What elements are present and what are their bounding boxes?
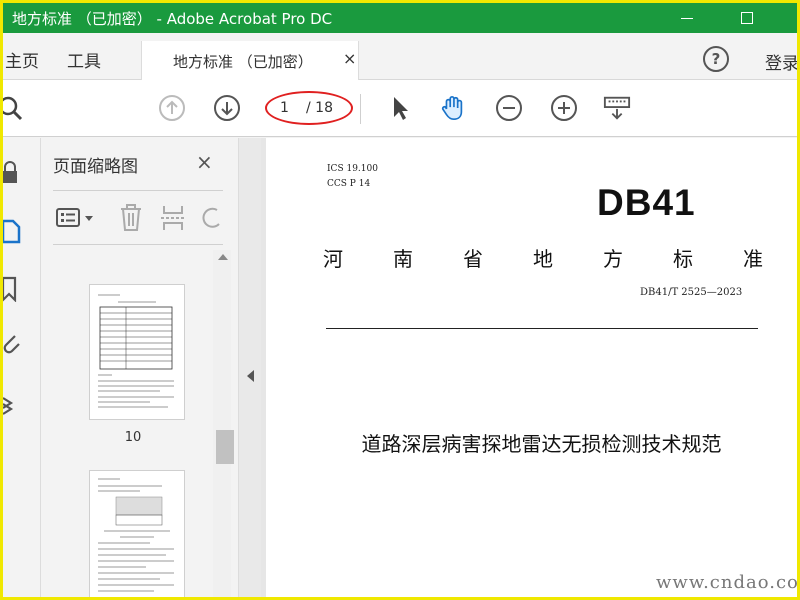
minimize-button[interactable] <box>667 3 707 33</box>
bookmark-icon[interactable] <box>3 276 23 302</box>
category-char: 南 <box>393 247 413 271</box>
category-char: 标 <box>673 247 693 271</box>
thumbnail-label: 10 <box>124 430 142 445</box>
thumbnail-scrollbar[interactable] <box>213 250 234 597</box>
left-rail <box>3 138 41 597</box>
category-char: 河 <box>323 247 343 271</box>
scroll-up-arrow[interactable] <box>218 254 228 260</box>
window-title: 地方标准 （已加密） - Adobe Acrobat Pro DC <box>12 10 333 28</box>
standard-logo: DB41 <box>597 182 696 223</box>
tab-document-label: 地方标准 （已加密） <box>173 53 313 71</box>
hand-tool-icon[interactable] <box>439 94 467 122</box>
page-down-icon[interactable] <box>213 94 241 122</box>
attachment-icon[interactable] <box>3 332 23 358</box>
zoom-in-icon[interactable] <box>550 94 578 122</box>
ics-code: ICS 19.100 <box>327 164 378 174</box>
pages-icon[interactable] <box>3 218 23 244</box>
thumbnail-preview <box>98 478 174 592</box>
thumbnail-list: 10 <box>53 250 213 597</box>
tab-document[interactable]: 地方标准 （已加密） × <box>141 41 359 81</box>
site-watermark: www.cndao.com <box>656 572 797 593</box>
category-char: 省 <box>463 247 483 271</box>
highlight-circle <box>265 91 353 125</box>
standard-category: 河 南 省 地 方 标 准 <box>323 243 763 272</box>
header-rule <box>326 328 758 329</box>
thumbnails-panel: 页面缩略图 × 10 <box>41 138 239 597</box>
standard-number: DB41/T 2525—2023 <box>640 287 743 298</box>
toolbar-divider <box>360 94 361 124</box>
tab-home[interactable]: 主页 <box>5 47 39 72</box>
toolbar: 1 / 18 <box>3 80 797 137</box>
panel-divider <box>53 190 223 191</box>
ccs-code: CCS P 14 <box>327 179 371 189</box>
category-char: 方 <box>603 247 623 271</box>
panel-tools <box>53 198 223 238</box>
search-icon[interactable] <box>3 94 25 122</box>
zoom-out-icon[interactable] <box>495 94 523 122</box>
select-arrow-icon[interactable] <box>386 94 414 122</box>
options-menu-icon[interactable] <box>55 206 99 230</box>
category-char: 准 <box>743 247 763 271</box>
tab-tools[interactable]: 工具 <box>67 47 101 72</box>
help-icon[interactable]: ? <box>703 46 729 72</box>
tab-row: 主页 工具 地方标准 （已加密） × ? 登录 <box>3 33 797 81</box>
keyboard-icon[interactable] <box>603 94 631 122</box>
page-up-icon[interactable] <box>158 94 186 122</box>
lock-icon[interactable] <box>3 160 23 186</box>
trash-icon[interactable] <box>117 203 145 233</box>
document-view[interactable]: ICS 19.100 CCS P 14 DB41 河 南 省 地 方 标 准 D… <box>261 138 797 597</box>
category-char: 地 <box>533 247 553 271</box>
document-title: 道路深层病害探地雷达无损检测技术规范 <box>361 432 722 456</box>
document-page: ICS 19.100 CCS P 14 DB41 河 南 省 地 方 标 准 D… <box>266 138 797 597</box>
panel-collapse-bar[interactable] <box>239 138 261 597</box>
thumbnail-preview <box>98 294 174 408</box>
layers-icon[interactable] <box>3 392 23 418</box>
maximize-button[interactable] <box>727 3 767 33</box>
title-bar: 地方标准 （已加密） - Adobe Acrobat Pro DC <box>3 3 797 33</box>
panel-title: 页面缩略图 <box>53 157 138 177</box>
page-thumbnail-10[interactable] <box>89 284 185 420</box>
insert-page-icon[interactable] <box>159 203 187 233</box>
rotate-icon[interactable] <box>201 204 223 232</box>
panel-divider <box>53 244 223 245</box>
scrollbar-thumb[interactable] <box>216 430 234 464</box>
close-panel-button[interactable]: × <box>196 150 213 174</box>
login-button[interactable]: 登录 <box>765 49 797 74</box>
collapse-arrow-icon[interactable] <box>247 370 254 382</box>
close-tab-button[interactable]: × <box>343 49 356 68</box>
app-window: 地方标准 （已加密） - Adobe Acrobat Pro DC 主页 工具 … <box>3 3 797 597</box>
page-thumbnail-11[interactable] <box>89 470 185 597</box>
